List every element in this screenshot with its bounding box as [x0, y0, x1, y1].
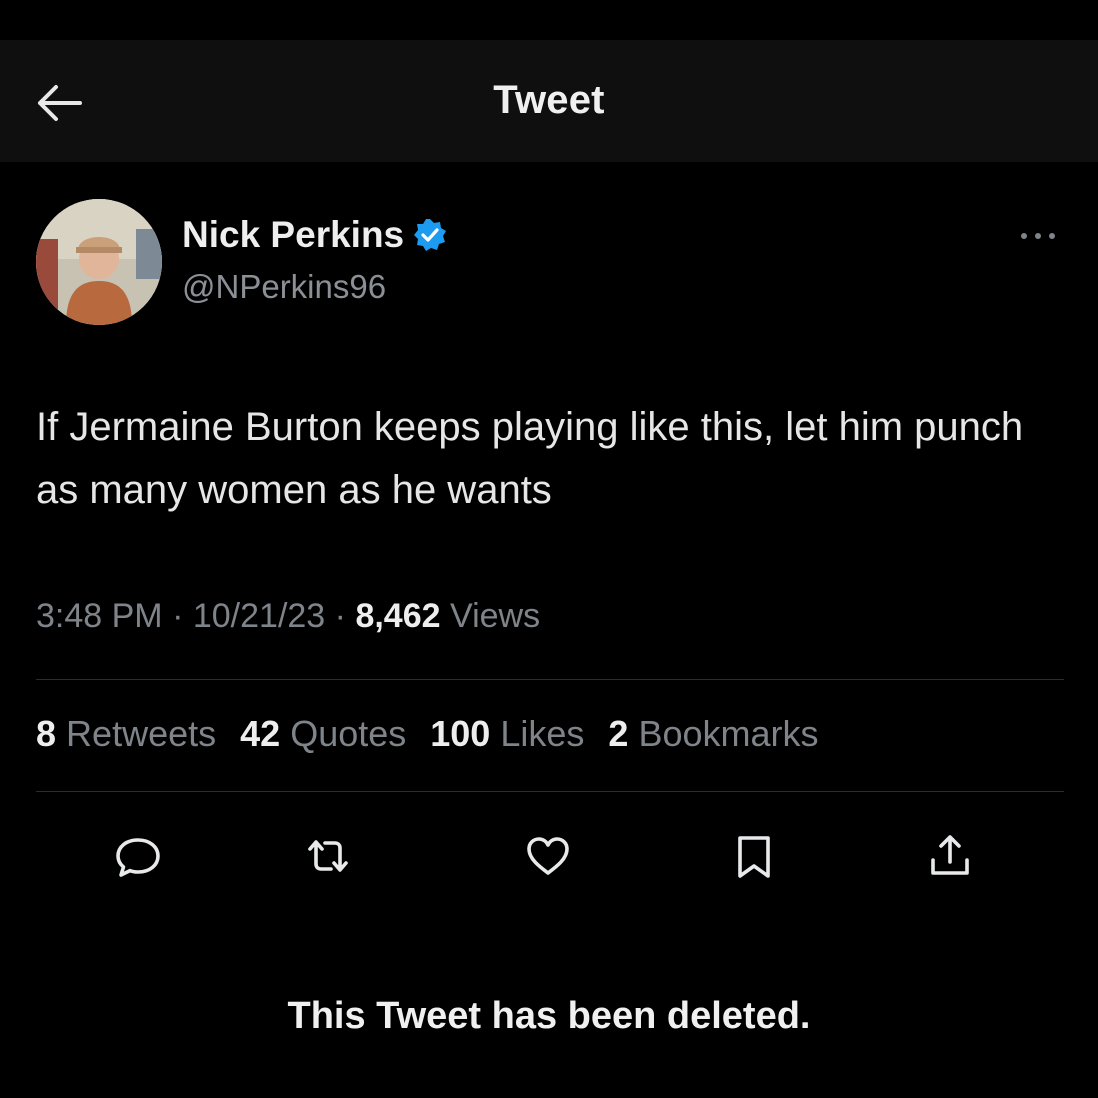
like-icon[interactable] — [520, 828, 576, 884]
stat-count: 42 — [240, 713, 281, 754]
stat-quotes[interactable]: 42 Quotes — [240, 713, 406, 755]
meta-separator: · — [334, 597, 346, 635]
more-horizontal-icon[interactable] — [1012, 222, 1064, 250]
tweet-text: If Jermaine Burton keeps playing like th… — [36, 405, 1024, 512]
tweet-time[interactable]: 3:48 PM — [36, 597, 163, 635]
stat-likes[interactable]: 100 Likes — [430, 713, 584, 755]
author-handle[interactable]: @NPerkins96 — [182, 268, 386, 306]
tweet-date[interactable]: 10/21/23 — [193, 597, 325, 635]
divider — [36, 791, 1064, 792]
tweet-meta: 3:48 PM · 10/21/23 · 8,462 Views — [36, 597, 540, 636]
deleted-notice: This Tweet has been deleted. — [287, 995, 811, 1037]
engagement-stats: 8 Retweets 42 Quotes 100 Likes 2 Bookmar… — [36, 713, 843, 755]
stat-count: 8 — [36, 713, 57, 754]
divider — [36, 679, 1064, 680]
author-display-name[interactable]: Nick Perkins — [182, 214, 448, 256]
stat-label: Likes — [500, 713, 585, 754]
views-count: 8,462 — [355, 597, 441, 635]
retweet-icon[interactable] — [300, 828, 356, 884]
stat-label: Retweets — [66, 713, 217, 754]
stat-count: 2 — [608, 713, 629, 754]
page-title: Tweet — [493, 78, 605, 122]
bookmark-icon[interactable] — [726, 828, 782, 884]
avatar[interactable] — [36, 199, 162, 325]
meta-separator: · — [172, 597, 184, 635]
stat-count: 100 — [430, 713, 491, 754]
stat-bookmarks[interactable]: 2 Bookmarks — [608, 713, 818, 755]
views-label: Views — [450, 597, 541, 635]
top-bar: Tweet — [0, 40, 1098, 162]
stat-label: Quotes — [290, 713, 407, 754]
stat-label: Bookmarks — [638, 713, 819, 754]
share-icon[interactable] — [922, 828, 978, 884]
author-name-text: Nick Perkins — [182, 214, 405, 255]
reply-icon[interactable] — [110, 828, 166, 884]
verified-badge-icon — [414, 219, 447, 251]
stat-retweets[interactable]: 8 Retweets — [36, 713, 216, 755]
